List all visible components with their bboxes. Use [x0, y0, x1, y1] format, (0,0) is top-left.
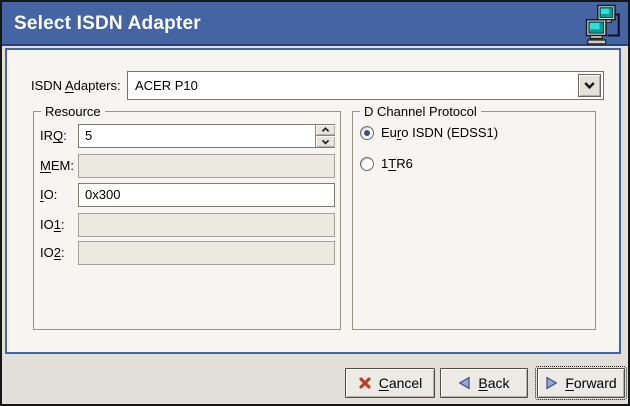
resource-group-title: Resource — [41, 103, 105, 120]
d-channel-protocol-group-title: D Channel Protocol — [360, 103, 481, 120]
spin-down-button[interactable] — [316, 136, 335, 147]
io2-row: IO2: — [34, 241, 340, 265]
irq-value: 5 — [85, 125, 92, 147]
combobox-dropdown-button[interactable] — [578, 74, 601, 97]
irq-spin-input[interactable]: 5 — [78, 124, 335, 148]
forward-button[interactable]: Forward — [537, 368, 625, 398]
chevron-down-icon — [583, 81, 596, 90]
chevron-down-icon — [321, 139, 330, 145]
back-button-label: Back — [478, 375, 509, 391]
io-label: IO: — [40, 183, 57, 207]
io-value: 0x300 — [85, 184, 120, 206]
radio-option-euro-isdn[interactable]: Euro ISDN (EDSS1) — [360, 124, 498, 141]
cancel-button-label: Cancel — [379, 375, 423, 391]
irq-row: IRQ: 5 — [34, 124, 340, 148]
euro-isdn-label: Euro ISDN (EDSS1) — [381, 124, 498, 141]
titlebar: Select ISDN Adapter — [2, 2, 628, 46]
dialog-title: Select ISDN Adapter — [14, 2, 201, 46]
cancel-button[interactable]: Cancel — [345, 368, 435, 398]
back-arrow-icon — [458, 376, 471, 390]
resource-group: Resource IRQ: 5 MEM: IO: — [33, 111, 341, 330]
radio-button-icon[interactable] — [360, 157, 374, 171]
chevron-up-icon — [321, 127, 330, 133]
d-channel-protocol-group: D Channel Protocol Euro ISDN (EDSS1) 1TR… — [352, 111, 596, 330]
io1-label: IO1: — [40, 213, 65, 237]
radio-option-1tr6[interactable]: 1TR6 — [360, 155, 413, 172]
network-computers-icon — [583, 4, 623, 46]
back-button[interactable]: Back — [440, 368, 528, 398]
forward-arrow-icon — [545, 376, 558, 390]
irq-label: IRQ: — [40, 124, 67, 148]
isdn-adapters-label: ISDN Adapters: — [31, 71, 121, 100]
io2-label: IO2: — [40, 241, 65, 265]
cancel-x-icon — [358, 376, 372, 390]
content-panel: ISDN Adapters: ACER P10 Resource IRQ: 5 — [5, 48, 621, 354]
1tr6-label: 1TR6 — [381, 155, 413, 172]
radio-button-icon[interactable] — [360, 126, 374, 140]
dialog-window: Select ISDN Adapter — [0, 0, 630, 406]
isdn-adapter-combobox[interactable]: ACER P10 — [127, 71, 604, 100]
irq-spinner — [315, 125, 334, 147]
isdn-adapter-selected-value: ACER P10 — [135, 72, 198, 99]
mem-input — [78, 154, 335, 178]
io1-input — [78, 213, 335, 237]
io-input[interactable]: 0x300 — [78, 183, 335, 207]
mem-row: MEM: — [34, 154, 340, 178]
forward-button-label: Forward — [565, 375, 616, 391]
io1-row: IO1: — [34, 213, 340, 237]
mem-label: MEM: — [40, 154, 74, 178]
spin-up-button[interactable] — [316, 125, 335, 136]
io-row: IO: 0x300 — [34, 183, 340, 207]
io2-input — [78, 241, 335, 265]
